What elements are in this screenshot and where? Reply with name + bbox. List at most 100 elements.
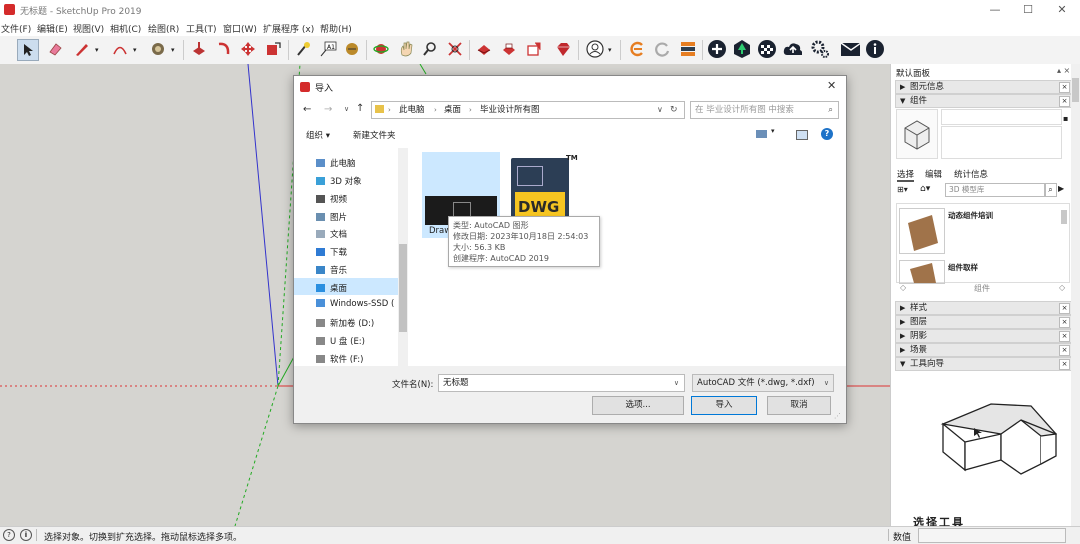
panel-scenes[interactable]: ▶ 场景 × — [895, 343, 1073, 357]
account-icon[interactable] — [585, 39, 605, 59]
nav-item-video[interactable]: 视频 — [316, 193, 347, 205]
pan-icon[interactable] — [396, 39, 416, 59]
text-icon[interactable]: A1 — [318, 39, 338, 59]
menu-extensions[interactable]: 扩展程序 (x) — [263, 22, 314, 35]
nav-item-windows-ssd[interactable]: Windows-SSD ( — [316, 299, 394, 309]
components-icon[interactable] — [499, 39, 519, 59]
tab-select[interactable]: 选择 — [897, 168, 915, 182]
component-thumb[interactable] — [899, 260, 945, 284]
nav-item-3d-objects[interactable]: 3D 对象 — [316, 175, 362, 187]
details-icon[interactable]: ▪ — [1063, 114, 1068, 123]
search-input[interactable]: 在 毕业设计所有图 中搜索 ⌕ — [690, 101, 839, 119]
breadcrumb-desktop[interactable]: 桌面 — [444, 102, 461, 118]
dimension-icon[interactable] — [342, 39, 362, 59]
menu-camera[interactable]: 相机(C) — [110, 22, 141, 35]
tab-edit[interactable]: 编辑 — [925, 168, 942, 180]
menu-help[interactable]: 帮助(H) — [320, 22, 352, 35]
chevron-down-icon[interactable]: ▾ — [95, 46, 99, 54]
nav-item-pictures[interactable]: 图片 — [316, 211, 347, 223]
extensions-icon[interactable] — [524, 39, 544, 59]
search-icon[interactable]: ⌕ — [1044, 183, 1057, 197]
rotate-icon[interactable] — [263, 39, 283, 59]
address-bar[interactable]: › 此电脑 › 桌面 › 毕业设计所有图 ∨ ↻ — [371, 101, 685, 119]
scrollbar-thumb[interactable] — [1072, 78, 1079, 102]
back-arrow-icon[interactable]: ← — [303, 104, 311, 115]
forward-arrow-icon[interactable]: → — [324, 104, 332, 115]
menu-view[interactable]: 视图(V) — [73, 22, 104, 35]
cancel-button[interactable]: 取消 — [767, 396, 831, 415]
layers-icon[interactable] — [678, 39, 698, 59]
chevron-down-icon[interactable]: ▾ — [608, 46, 612, 54]
menu-edit[interactable]: 编辑(E) — [37, 22, 68, 35]
refresh-icon[interactable] — [652, 39, 672, 59]
push-pull-icon[interactable] — [189, 39, 209, 59]
pencil-icon[interactable] — [72, 39, 92, 59]
zoom-icon[interactable] — [420, 39, 440, 59]
orbit-icon[interactable] — [371, 39, 391, 59]
select-icon[interactable] — [17, 39, 39, 61]
panel-styles[interactable]: ▶ 样式 × — [895, 301, 1073, 315]
nav-scrollbar[interactable] — [398, 148, 408, 366]
help-icon[interactable]: ? — [821, 128, 833, 140]
component-item-2[interactable]: 组件取样 — [948, 262, 978, 273]
expand-icon[interactable]: ◇ — [1059, 283, 1065, 292]
nav-item-drive-e[interactable]: U 盘 (E:) — [316, 335, 365, 347]
follow-me-icon[interactable] — [214, 39, 234, 59]
tree-icon[interactable] — [732, 39, 752, 59]
tab-statistics[interactable]: 统计信息 — [954, 168, 988, 180]
component-description-field[interactable] — [941, 126, 1062, 159]
close-icon[interactable]: × — [1059, 359, 1070, 370]
resize-grip-icon[interactable]: ⋰ — [834, 412, 841, 420]
mail-icon[interactable] — [840, 39, 860, 59]
expand-icon[interactable]: ◇ — [900, 283, 906, 292]
chevron-down-icon[interactable]: ▾ — [133, 46, 137, 54]
close-icon[interactable]: × — [1059, 345, 1070, 356]
refresh-icon[interactable]: ↻ — [670, 102, 678, 118]
minimize-button[interactable]: — — [980, 2, 1010, 18]
dialog-close-button[interactable]: ✕ — [827, 79, 836, 92]
info-icon[interactable]: i — [20, 529, 32, 541]
chevron-down-icon[interactable]: ∨ — [344, 105, 349, 113]
nav-item-this-pc[interactable]: 此电脑 — [316, 157, 356, 169]
panel-shadows[interactable]: ▶ 阴影 × — [895, 329, 1073, 343]
preview-pane-icon[interactable] — [796, 130, 808, 140]
nav-item-documents[interactable]: 文档 — [316, 228, 347, 240]
breadcrumb-this-pc[interactable]: 此电脑 — [399, 102, 425, 118]
measurements-input[interactable] — [918, 528, 1066, 543]
tray-scrollbar[interactable] — [1071, 64, 1080, 526]
view-mode-icon[interactable] — [756, 130, 767, 138]
nav-item-drive-d[interactable]: 新加卷 (D:) — [316, 317, 374, 329]
view-options-icon[interactable]: ⊞▾ — [897, 185, 908, 194]
component-search-input[interactable]: 3D 模型库 — [945, 183, 1046, 197]
close-icon[interactable]: × — [1059, 331, 1070, 342]
ruby-icon[interactable] — [553, 39, 573, 59]
menu-file[interactable]: 文件(F) — [1, 22, 31, 35]
info-icon[interactable] — [865, 39, 885, 59]
new-folder-button[interactable]: 新建文件夹 — [353, 129, 396, 141]
chevron-down-icon[interactable]: ▾ — [771, 127, 775, 135]
component-name-field[interactable] — [941, 109, 1062, 125]
close-icon[interactable]: × — [1059, 82, 1070, 93]
chevron-down-icon[interactable]: ∨ — [674, 375, 679, 391]
nav-item-downloads[interactable]: 下载 — [316, 246, 347, 258]
menu-tools[interactable]: 工具(T) — [186, 22, 217, 35]
nav-item-drive-f[interactable]: 软件 (F:) — [316, 353, 363, 365]
scrollbar-thumb[interactable] — [1061, 210, 1067, 224]
filetype-select[interactable]: AutoCAD 文件 (*.dwg, *.dxf) ∨ — [692, 374, 834, 392]
arc-icon[interactable] — [110, 39, 130, 59]
close-icon[interactable]: × — [1059, 96, 1070, 107]
settings-icon[interactable] — [810, 39, 830, 59]
warehouse-icon[interactable] — [474, 39, 494, 59]
panel-instructor[interactable]: ▼ 工具向导 × — [895, 357, 1073, 371]
upload-icon[interactable] — [782, 39, 802, 59]
chevron-down-icon[interactable]: ∨ — [824, 375, 829, 391]
close-window-button[interactable]: ✕ — [1047, 2, 1077, 18]
import-button[interactable]: 导入 — [691, 396, 757, 415]
menu-window[interactable]: 窗口(W) — [223, 22, 257, 35]
tray-pin-close[interactable]: ▴ × — [1057, 66, 1070, 75]
component-thumb[interactable] — [899, 208, 945, 254]
menu-draw[interactable]: 绘图(R) — [148, 22, 179, 35]
scrollbar-thumb[interactable] — [399, 244, 407, 332]
organize-button[interactable]: 组织 ▾ — [306, 129, 330, 141]
home-icon[interactable]: ⌂▾ — [920, 184, 930, 194]
